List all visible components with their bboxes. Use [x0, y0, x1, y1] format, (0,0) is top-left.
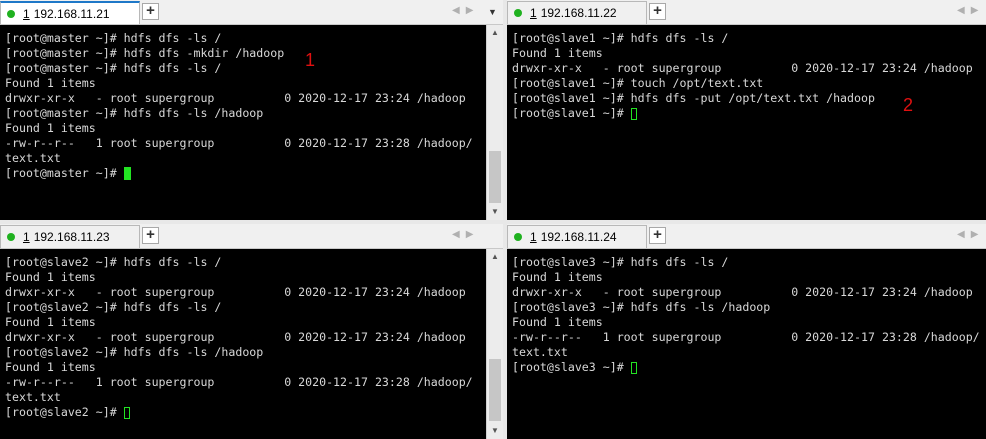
connected-dot-icon: [514, 233, 522, 241]
tab-bar: 1 192.168.11.22 + ◀▶: [507, 0, 986, 25]
terminal-line: [root@master ~]# hdfs dfs -ls /: [5, 31, 222, 45]
new-tab-button[interactable]: +: [649, 3, 666, 20]
terminal-output[interactable]: [root@slave3 ~]# hdfs dfs -ls / Found 1 i…: [507, 249, 986, 439]
terminal-line: [root@master ~]# hdfs dfs -mkdir /hadoop: [5, 46, 285, 60]
vertical-scrollbar[interactable]: ▲ ▼: [486, 25, 503, 220]
tab-bar: 1 192.168.11.23 + ◀▶: [0, 224, 503, 249]
tab-host: 192.168.11.22: [540, 6, 617, 20]
tab-bar: 1 192.168.11.21 + ◀▶ ▼: [0, 0, 503, 25]
tab-number: 1: [530, 6, 537, 20]
connected-dot-icon: [7, 233, 15, 241]
annotation-number: 1: [305, 50, 316, 70]
connected-dot-icon: [7, 9, 15, 18]
terminal-pane-master: 1 192.168.11.21 + ◀▶ ▼ [root@master ~]# …: [0, 0, 503, 220]
scroll-up-icon[interactable]: ▲: [487, 25, 503, 41]
cursor-icon: [123, 406, 130, 419]
terminal-line: Found 1 items: [5, 270, 96, 284]
tab-number: 1: [23, 6, 30, 21]
terminal-line: drwxr-xr-x - root supergroup 0 2020-12-1…: [5, 91, 466, 105]
cursor-icon: [123, 167, 131, 180]
terminal-line: [root@slave1 ~]# hdfs dfs -put /opt/text…: [512, 91, 875, 105]
new-tab-button[interactable]: +: [142, 3, 159, 20]
terminal-line: [root@slave3 ~]# hdfs dfs -ls /: [512, 255, 729, 269]
prompt-text: [root@slave3 ~]#: [512, 360, 631, 374]
tab-bar: 1 192.168.11.24 + ◀▶: [507, 224, 986, 249]
terminal-line: text.txt: [512, 345, 568, 359]
terminal-line: drwxr-xr-x - root supergroup 0 2020-12-1…: [5, 285, 466, 299]
terminal-line: Found 1 items: [5, 315, 96, 329]
terminal-pane-slave1: 1 192.168.11.22 + ◀▶ [root@slave1 ~]# hd…: [507, 0, 986, 220]
tab-session-4[interactable]: 1 192.168.11.24: [507, 225, 647, 248]
terminal-line: text.txt: [5, 151, 61, 165]
tab-nav-arrows-icon[interactable]: ◀▶: [957, 5, 984, 16]
terminal-prompt-line: [root@slave3 ~]#: [512, 360, 986, 375]
terminal-line: -rw-r--r-- 1 root supergroup 0 2020-12-1…: [5, 136, 473, 150]
terminal-pane-slave3: 1 192.168.11.24 + ◀▶ [root@slave3 ~]# hd…: [507, 224, 986, 439]
cursor-icon: [630, 107, 637, 120]
terminal-line: [root@slave2 ~]# hdfs dfs -ls /: [5, 300, 222, 314]
scrollbar-thumb[interactable]: [489, 151, 501, 203]
tab-nav-arrows-icon[interactable]: ◀▶: [957, 229, 984, 240]
tab-host: 192.168.11.21: [33, 6, 110, 21]
tab-session-3[interactable]: 1 192.168.11.23: [0, 225, 140, 248]
terminal-line: [root@slave1 ~]# touch /opt/text.txt: [512, 76, 764, 90]
tab-session-1[interactable]: 1 192.168.11.21: [0, 1, 140, 24]
tab-host: 192.168.11.23: [33, 230, 110, 244]
tab-session-2[interactable]: 1 192.168.11.22: [507, 1, 647, 24]
cursor-icon: [630, 361, 637, 374]
terminal-line: drwxr-xr-x - root supergroup 0 2020-12-1…: [512, 285, 973, 299]
terminal-output[interactable]: [root@slave1 ~]# hdfs dfs -ls / Found 1 i…: [507, 25, 986, 220]
terminal-prompt-line: [root@slave1 ~]#: [512, 106, 986, 121]
terminal-line: Found 1 items: [5, 76, 96, 90]
terminal-line: text.txt: [5, 390, 61, 404]
scrollbar-thumb[interactable]: [489, 359, 501, 421]
terminal-line: [root@slave2 ~]# hdfs dfs -ls /: [5, 255, 222, 269]
terminal-line: [root@slave2 ~]# hdfs dfs -ls /hadoop: [5, 345, 264, 359]
terminal-line: -rw-r--r-- 1 root supergroup 0 2020-12-1…: [5, 375, 473, 389]
tab-nav-arrows-icon[interactable]: ◀▶: [452, 5, 479, 16]
tab-nav-arrows-icon[interactable]: ◀▶: [452, 229, 479, 240]
tab-host: 192.168.11.24: [540, 230, 617, 244]
prompt-text: [root@slave1 ~]#: [512, 106, 631, 120]
scroll-up-icon[interactable]: ▲: [487, 249, 503, 265]
chevron-down-icon[interactable]: ▼: [488, 7, 497, 17]
new-tab-button[interactable]: +: [649, 227, 666, 244]
terminal-line: Found 1 items: [512, 270, 603, 284]
terminal-line: [root@master ~]# hdfs dfs -ls /hadoop: [5, 106, 264, 120]
terminal-line: Found 1 items: [5, 121, 96, 135]
terminal-line: Found 1 items: [5, 360, 96, 374]
tab-number: 1: [23, 230, 30, 244]
terminal-output[interactable]: [root@slave2 ~]# hdfs dfs -ls / Found 1 i…: [0, 249, 486, 439]
terminal-prompt-line: [root@slave2 ~]#: [5, 405, 486, 420]
terminal-pane-slave2: 1 192.168.11.23 + ◀▶ [root@slave2 ~]# hd…: [0, 224, 503, 439]
terminal-line: Found 1 items: [512, 46, 603, 60]
scroll-down-icon[interactable]: ▼: [487, 423, 503, 439]
terminal-line: -rw-r--r-- 1 root supergroup 0 2020-12-1…: [512, 330, 980, 344]
new-tab-button[interactable]: +: [142, 227, 159, 244]
prompt-text: [root@master ~]#: [5, 166, 124, 180]
vertical-scrollbar[interactable]: ▲ ▼: [486, 249, 503, 439]
annotation-number: 2: [903, 95, 914, 115]
connected-dot-icon: [514, 9, 522, 17]
terminal-line: [root@slave1 ~]# hdfs dfs -ls /: [512, 31, 729, 45]
horizontal-splitter[interactable]: [0, 220, 986, 224]
terminal-line: drwxr-xr-x - root supergroup 0 2020-12-1…: [5, 330, 466, 344]
terminal-line: [root@master ~]# hdfs dfs -ls /: [5, 61, 222, 75]
tab-number: 1: [530, 230, 537, 244]
terminal-output[interactable]: [root@master ~]# hdfs dfs -ls / [root@mas…: [0, 25, 486, 220]
terminal-prompt-line: [root@master ~]#: [5, 166, 486, 181]
terminal-line: drwxr-xr-x - root supergroup 0 2020-12-1…: [512, 61, 973, 75]
terminal-line: Found 1 items: [512, 315, 603, 329]
scroll-down-icon[interactable]: ▼: [487, 204, 503, 220]
terminal-line: [root@slave3 ~]# hdfs dfs -ls /hadoop: [512, 300, 771, 314]
prompt-text: [root@slave2 ~]#: [5, 405, 124, 419]
